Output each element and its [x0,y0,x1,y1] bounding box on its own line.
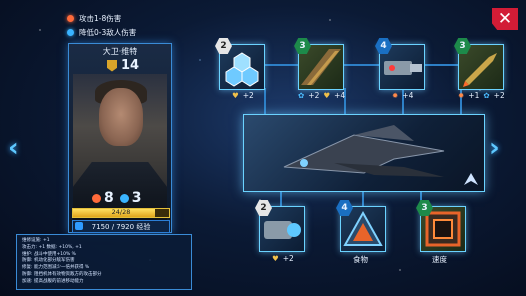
xp-bar: 7150 / 7920 经验 [72,220,170,233]
pilot-name: 大卫·维特 [102,47,138,56]
pilot-stats: 8 3 [92,190,142,206]
gem-icon: ✿ [483,91,490,100]
spaceship-image [283,125,445,177]
hp-bar: 24/28 [72,208,170,218]
attack-icon [67,15,74,22]
rank-badge-icon [107,59,117,72]
attack-icon [92,193,101,203]
next-arrow-button[interactable]: › [489,135,509,161]
slot-label: 食物 [353,255,368,264]
previous-arrow-button[interactable]: ‹ [8,135,28,161]
slot-label: 速度 [432,255,447,264]
module-slot-missile[interactable]: 3 [454,38,504,90]
shield-icon [119,193,129,203]
skull-icon: ✹ [458,91,465,100]
ship-display [243,114,485,192]
slot-bonus: ✹ +4 [392,91,414,100]
module-slot-engine[interactable]: 2 [255,200,305,252]
shield-icon [67,29,74,36]
defense-bonus: 降低0-3敌人伤害 [67,27,136,38]
module-slot-shield[interactable]: 2 [215,38,265,90]
slot-bonus: ♥ +2 [272,254,294,263]
slot-bonus: ♥ +2 [232,91,254,100]
pilot-rank: 14 [107,58,139,73]
module-slot-speed[interactable]: 3 [416,200,466,252]
module-slot-hull[interactable]: 3 [294,38,344,90]
heart-icon: ♥ [272,254,279,263]
slot-bonus: ✿ +2 ♥ +4 [298,91,346,100]
module-slot-food[interactable]: 4 [336,200,386,252]
close-button[interactable]: ✕ [492,8,518,30]
module-slot-cannon[interactable]: 4 [375,38,425,90]
heart-icon: ♥ [323,91,331,100]
heart-icon: ♥ [232,91,239,100]
skull-icon: ✹ [392,91,399,100]
ship-class-icon [464,173,478,185]
slot-bonus: ✹ +1 ✿ +2 [458,91,505,100]
attack-bonus: 攻击1-8伤害 [67,13,121,24]
info-panel: 维修设施: +1 攻击力: +1 数据: +10%, +1 维护: 战斗中使用+… [16,234,192,290]
gem-icon: ✿ [298,91,305,100]
